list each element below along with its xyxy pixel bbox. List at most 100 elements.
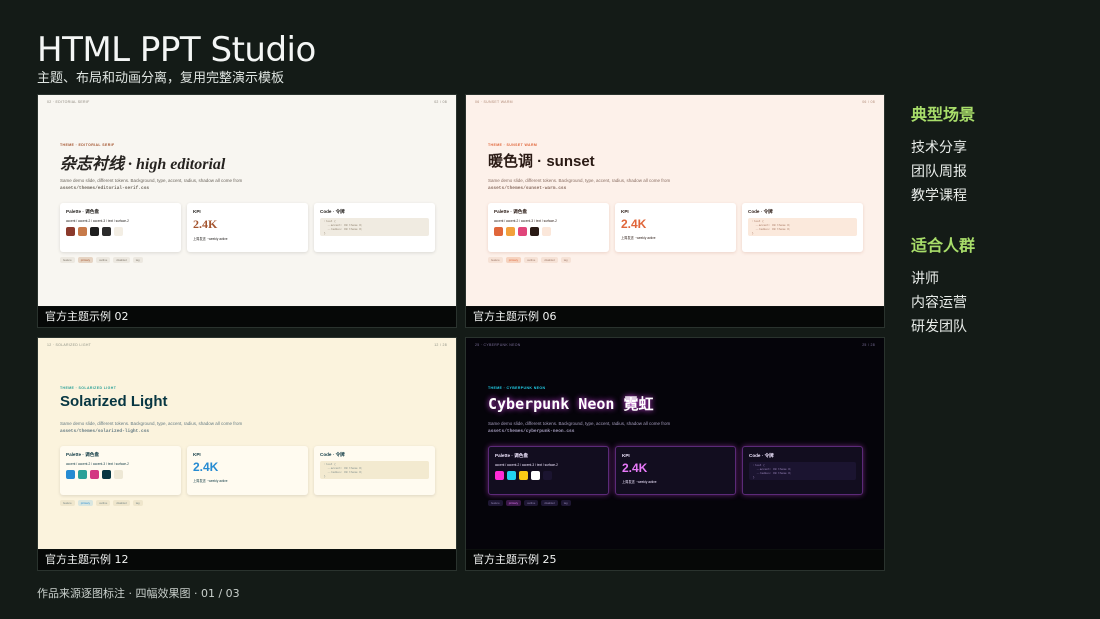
scenario-item: 团队周报	[911, 164, 967, 180]
code-block: :root { --accent: #0 theme #; --radius: …	[320, 218, 429, 236]
pill-tag: feature	[60, 500, 75, 506]
theme-panel[interactable]: 06 · SUNSET WARM 06 / 08 THEME · SUNSET W…	[465, 94, 885, 328]
panel-caption: 官方主题示例 12	[38, 550, 456, 570]
kpi-card: KPI 2.4K 上周发送 · weekly active	[615, 446, 736, 495]
pill-tag: tag	[132, 500, 143, 506]
pill-tag: outline	[524, 500, 539, 506]
audience-heading: 适合人群	[911, 236, 976, 255]
pill-tag: primary	[505, 257, 522, 263]
pill-tag: disabled	[541, 500, 558, 506]
slide-tag: THEME · SUNSET WARM	[488, 143, 538, 147]
slide-heading: Cyberpunk Neon 霓虹	[488, 395, 654, 413]
color-swatch	[494, 227, 503, 236]
pill-row: feature primary outline disabled tag	[60, 257, 143, 263]
slide-topbar: 12 · SOLARIZED LIGHT 12 / 28	[47, 343, 447, 347]
pill-tag: outline	[96, 257, 111, 263]
pill-tag: feature	[488, 500, 503, 506]
scenarios-heading: 典型场景	[911, 105, 976, 124]
code-block: :root { --accent: #0 theme #; --radius: …	[748, 218, 857, 236]
pill-row: feature primary outline disabled tag	[60, 500, 143, 506]
code-card: Code · 令牌 :root { --accent: #0 theme #; …	[314, 446, 435, 495]
palette-card: Palette · 调色盘 accent / accent-2 / accent…	[488, 446, 609, 495]
color-swatch	[114, 227, 123, 236]
pill-tag: feature	[60, 257, 75, 263]
pill-tag: disabled	[541, 257, 558, 263]
footer-note: 作品来源逐图标注 · 四幅效果图 · 01 / 03	[37, 587, 240, 600]
audience-item: 内容运营	[911, 295, 967, 311]
color-swatches	[66, 227, 175, 236]
slide-description: Same demo slide, different tokens. Backg…	[60, 421, 243, 434]
pill-tag: primary	[505, 500, 522, 506]
color-swatch	[90, 470, 99, 479]
slide-preview[interactable]: 12 · SOLARIZED LIGHT 12 / 28 THEME · SOLA…	[38, 338, 456, 549]
panel-caption: 官方主题示例 06	[466, 307, 884, 327]
pill-tag: tag	[560, 500, 571, 506]
kpi-value: 2.4K	[193, 217, 218, 231]
color-swatch	[507, 471, 516, 480]
color-swatch	[102, 227, 111, 236]
color-swatch	[518, 227, 527, 236]
theme-panel[interactable]: 02 · EDITORIAL SERIF 02 / 08 THEME · EDIT…	[37, 94, 457, 328]
color-swatch	[519, 471, 528, 480]
theme-panel[interactable]: 12 · SOLARIZED LIGHT 12 / 28 THEME · SOLA…	[37, 337, 457, 571]
pill-row: feature primary outline disabled tag	[488, 257, 571, 263]
pill-tag: tag	[132, 257, 143, 263]
slide-tag: THEME · EDITORIAL SERIF	[60, 143, 115, 147]
kpi-card: KPI 2.4K 上周发送 · weekly active	[615, 203, 736, 252]
code-block: :root { --accent: #0 theme #; --radius: …	[749, 462, 856, 480]
color-swatches	[495, 471, 602, 480]
pill-tag: outline	[524, 257, 539, 263]
color-swatch	[66, 470, 75, 479]
slide-heading: Solarized Light	[60, 393, 168, 410]
scenario-item: 技术分享	[911, 140, 967, 156]
color-swatch	[78, 227, 87, 236]
slide-topbar: 25 · CYBERPUNK NEON 25 / 28	[475, 343, 875, 347]
kpi-card: KPI 2.4K 上周发送 · weekly active	[187, 203, 308, 252]
theme-panel[interactable]: 25 · CYBERPUNK NEON 25 / 28 THEME · CYBER…	[465, 337, 885, 571]
slide-preview[interactable]: 02 · EDITORIAL SERIF 02 / 08 THEME · EDIT…	[38, 95, 456, 306]
pill-tag: disabled	[113, 257, 130, 263]
pill-row: feature primary outline disabled tag	[488, 500, 571, 506]
color-swatch	[495, 471, 504, 480]
page-title: HTML PPT Studio	[37, 30, 316, 70]
slide-topbar: 06 · SUNSET WARM 06 / 08	[475, 100, 875, 104]
color-swatches	[494, 227, 603, 236]
color-swatch	[531, 471, 540, 480]
slide-description: Same demo slide, different tokens. Backg…	[60, 178, 243, 191]
palette-card: Palette · 调色盘 accent / accent-2 / accent…	[60, 203, 181, 252]
kpi-value: 2.4K	[621, 217, 647, 231]
palette-card: Palette · 调色盘 accent / accent-2 / accent…	[488, 203, 609, 252]
slide-description: Same demo slide, different tokens. Backg…	[488, 178, 671, 191]
code-card: Code · 令牌 :root { --accent: #0 theme #; …	[742, 203, 863, 252]
slide-heading: 杂志衬线 · high editorial	[60, 156, 226, 173]
code-card: Code · 令牌 :root { --accent: #0 theme #; …	[742, 446, 863, 495]
kpi-value: 2.4K	[193, 460, 219, 474]
kpi-card: KPI 2.4K 上周发送 · weekly active	[187, 446, 308, 495]
color-swatch	[530, 227, 539, 236]
pill-tag: disabled	[113, 500, 130, 506]
slide-preview[interactable]: 06 · SUNSET WARM 06 / 08 THEME · SUNSET W…	[466, 95, 884, 306]
color-swatches	[66, 470, 175, 479]
color-swatch	[114, 470, 123, 479]
color-swatch	[102, 470, 111, 479]
panel-caption: 官方主题示例 02	[38, 307, 456, 327]
audience-list: 讲师 内容运营 研发团队	[911, 267, 967, 339]
page-subtitle: 主题、布局和动画分离，复用完整演示模板	[37, 71, 285, 86]
slide-preview[interactable]: 25 · CYBERPUNK NEON 25 / 28 THEME · CYBER…	[466, 338, 884, 549]
audience-item: 讲师	[911, 271, 939, 287]
palette-card: Palette · 调色盘 accent / accent-2 / accent…	[60, 446, 181, 495]
code-block: :root { --accent: #0 theme #; --radius: …	[320, 461, 429, 479]
slide-description: Same demo slide, different tokens. Backg…	[488, 421, 671, 434]
pill-tag: primary	[77, 500, 94, 506]
pill-tag: primary	[77, 257, 94, 263]
scenario-item: 教学课程	[911, 188, 967, 204]
color-swatch	[542, 227, 551, 236]
pill-tag: feature	[488, 257, 503, 263]
audience-item: 研发团队	[911, 319, 967, 335]
slide-tag: THEME · SOLARIZED LIGHT	[60, 386, 117, 390]
color-swatch	[66, 227, 75, 236]
color-swatch	[90, 227, 99, 236]
color-swatch	[506, 227, 515, 236]
color-swatch	[543, 471, 552, 480]
pill-tag: tag	[560, 257, 571, 263]
